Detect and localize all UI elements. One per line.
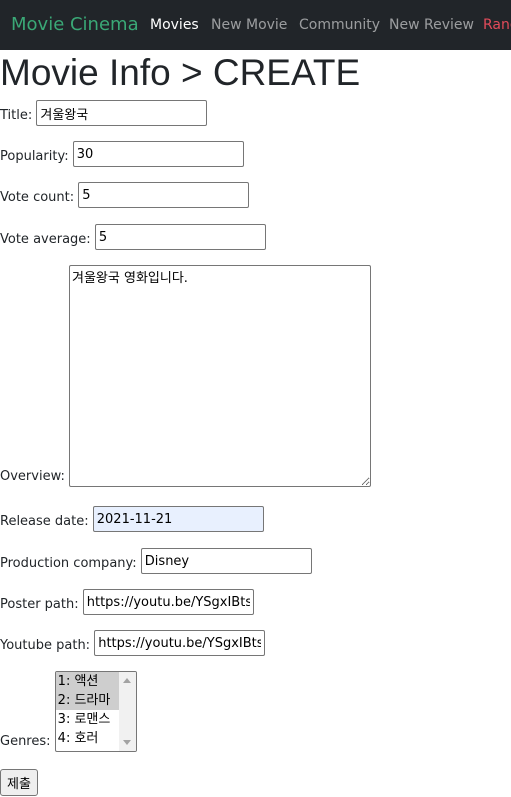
genres-label: Genres: xyxy=(0,734,51,749)
nav-link-new-movie[interactable]: New Movie xyxy=(211,15,287,35)
overview-textarea[interactable]: 겨울왕국 영화입니다. xyxy=(69,265,372,487)
genre-option-drama[interactable]: 2: 드라마 xyxy=(55,691,120,710)
nav-link-random[interactable]: Random xyxy=(483,15,511,35)
release-date-input[interactable] xyxy=(92,506,264,532)
production-company-label: Production company: xyxy=(0,556,137,571)
production-company-row: Production company: xyxy=(0,548,312,574)
genres-select[interactable]: 1: 액션 2: 드라마 3: 로맨스 4: 호러 xyxy=(54,671,137,752)
nav-link-community[interactable]: Community xyxy=(299,15,380,35)
navbar: Movie Cinema Movies New Movie Community … xyxy=(0,0,511,50)
vote-count-row: Vote count: xyxy=(0,182,250,208)
poster-path-input[interactable] xyxy=(82,589,254,615)
youtube-path-input[interactable] xyxy=(94,630,266,656)
nav-link-movies[interactable]: Movies xyxy=(150,15,199,35)
page-title: Movie Info > CREATE xyxy=(0,52,361,93)
release-date-label: Release date: xyxy=(0,514,89,529)
genres-row: Genres: 1: 액션 2: 드라마 3: 로맨스 4: 호러 xyxy=(0,671,137,752)
submit-button[interactable]: 제출 xyxy=(0,769,38,796)
poster-path-label: Poster path: xyxy=(0,597,79,612)
vote-count-label: Vote count: xyxy=(0,190,75,205)
title-input[interactable] xyxy=(36,100,208,126)
vote-average-input[interactable] xyxy=(94,224,266,250)
overview-label: Overview: xyxy=(0,469,65,484)
youtube-path-row: Youtube path: xyxy=(0,630,266,656)
nav-link-new-review[interactable]: New Review xyxy=(389,15,474,35)
popularity-input[interactable] xyxy=(72,141,244,167)
genre-option-romance[interactable]: 3: 로맨스 xyxy=(56,710,120,729)
popularity-label: Popularity: xyxy=(0,149,69,164)
youtube-path-label: Youtube path: xyxy=(0,638,91,653)
genre-option-action[interactable]: 1: 액션 xyxy=(55,672,120,691)
title-label: Title: xyxy=(0,108,33,123)
overview-row: Overview: 겨울왕국 영화입니다. xyxy=(0,265,372,487)
scroll-up-arrow-icon[interactable] xyxy=(122,678,131,683)
vote-count-input[interactable] xyxy=(78,182,250,208)
production-company-input[interactable] xyxy=(140,548,312,574)
poster-path-row: Poster path: xyxy=(0,589,254,615)
popularity-row: Popularity: xyxy=(0,141,244,167)
vote-average-label: Vote average: xyxy=(0,232,91,247)
genre-option-horror[interactable]: 4: 호러 xyxy=(56,729,120,748)
genres-scrollbar[interactable] xyxy=(118,672,136,751)
vote-average-row: Vote average: xyxy=(0,224,266,250)
brand-link[interactable]: Movie Cinema xyxy=(11,12,139,38)
scroll-down-arrow-icon[interactable] xyxy=(122,740,131,745)
title-row: Title: xyxy=(0,100,208,126)
release-date-row: Release date: xyxy=(0,506,264,532)
